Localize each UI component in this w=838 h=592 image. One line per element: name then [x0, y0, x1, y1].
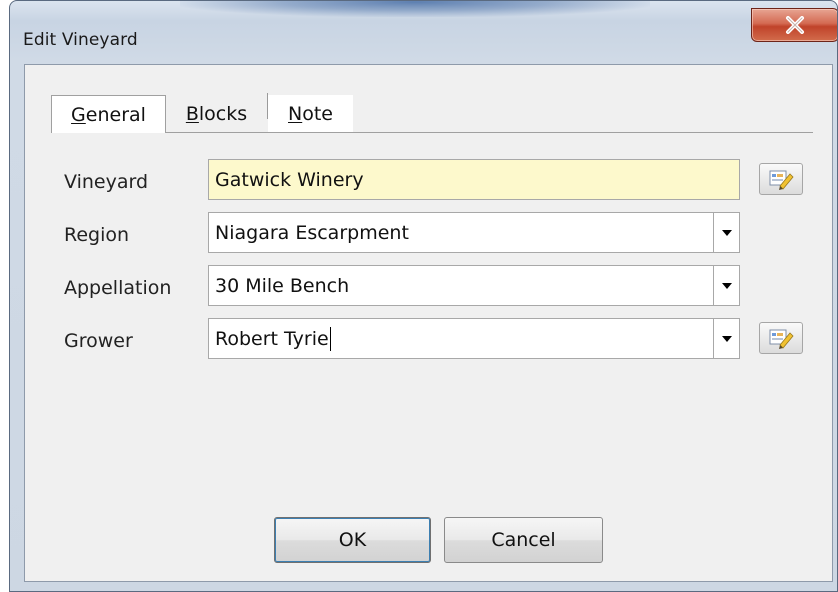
- tab-note-label: ote: [302, 102, 333, 125]
- tab-strip: General Blocks Note: [51, 93, 813, 133]
- appellation-dropdown-button[interactable]: [713, 266, 739, 305]
- grower-dropdown-button[interactable]: [713, 319, 739, 358]
- tab-general[interactable]: General: [51, 95, 166, 133]
- cancel-button[interactable]: Cancel: [444, 517, 603, 563]
- appellation-value: 30 Mile Bench: [215, 274, 350, 297]
- chevron-down-icon: [721, 282, 732, 289]
- vineyard-edit-button[interactable]: [759, 163, 803, 195]
- region-value: Niagara Escarpment: [215, 221, 409, 244]
- edit-pencil-icon: [769, 170, 794, 190]
- appellation-combobox[interactable]: 30 Mile Bench: [208, 265, 740, 306]
- vineyard-input[interactable]: Gatwick Winery: [208, 159, 740, 200]
- region-dropdown-button[interactable]: [713, 213, 739, 252]
- close-button[interactable]: [751, 8, 837, 42]
- vineyard-value: Gatwick Winery: [215, 168, 364, 191]
- vineyard-label: Vineyard: [64, 171, 149, 193]
- chevron-down-icon: [721, 229, 732, 236]
- chevron-down-icon: [721, 335, 732, 342]
- tab-blocks[interactable]: Blocks: [166, 95, 267, 132]
- tab-general-label: eneral: [85, 103, 146, 126]
- grower-value: Robert Tyrie: [215, 327, 329, 350]
- tab-note[interactable]: Note: [268, 95, 353, 132]
- edit-vineyard-dialog: Edit Vineyard General Blocks Note Vineya…: [9, 0, 838, 592]
- region-label: Region: [64, 224, 130, 246]
- grower-combobox[interactable]: Robert Tyrie: [208, 318, 740, 359]
- region-combobox[interactable]: Niagara Escarpment: [208, 212, 740, 253]
- window-title: Edit Vineyard: [23, 30, 138, 50]
- edit-pencil-icon: [769, 329, 794, 349]
- ok-button[interactable]: OK: [274, 517, 431, 563]
- close-icon: [786, 16, 804, 34]
- tab-blocks-label: locks: [198, 102, 248, 125]
- tab-note-accelerator: N: [288, 102, 303, 125]
- text-caret: [329, 326, 331, 351]
- grower-label: Grower: [64, 330, 133, 352]
- grower-edit-button[interactable]: [759, 322, 803, 354]
- dialog-client-area: General Blocks Note Vineyard Gatwick Win…: [24, 64, 833, 582]
- grower-value-wrap: Robert Tyrie: [215, 319, 331, 358]
- tab-general-accelerator: G: [71, 103, 86, 126]
- appellation-label: Appellation: [64, 277, 172, 299]
- tab-blocks-accelerator: B: [185, 102, 199, 125]
- titlebar-glow: [180, 1, 650, 17]
